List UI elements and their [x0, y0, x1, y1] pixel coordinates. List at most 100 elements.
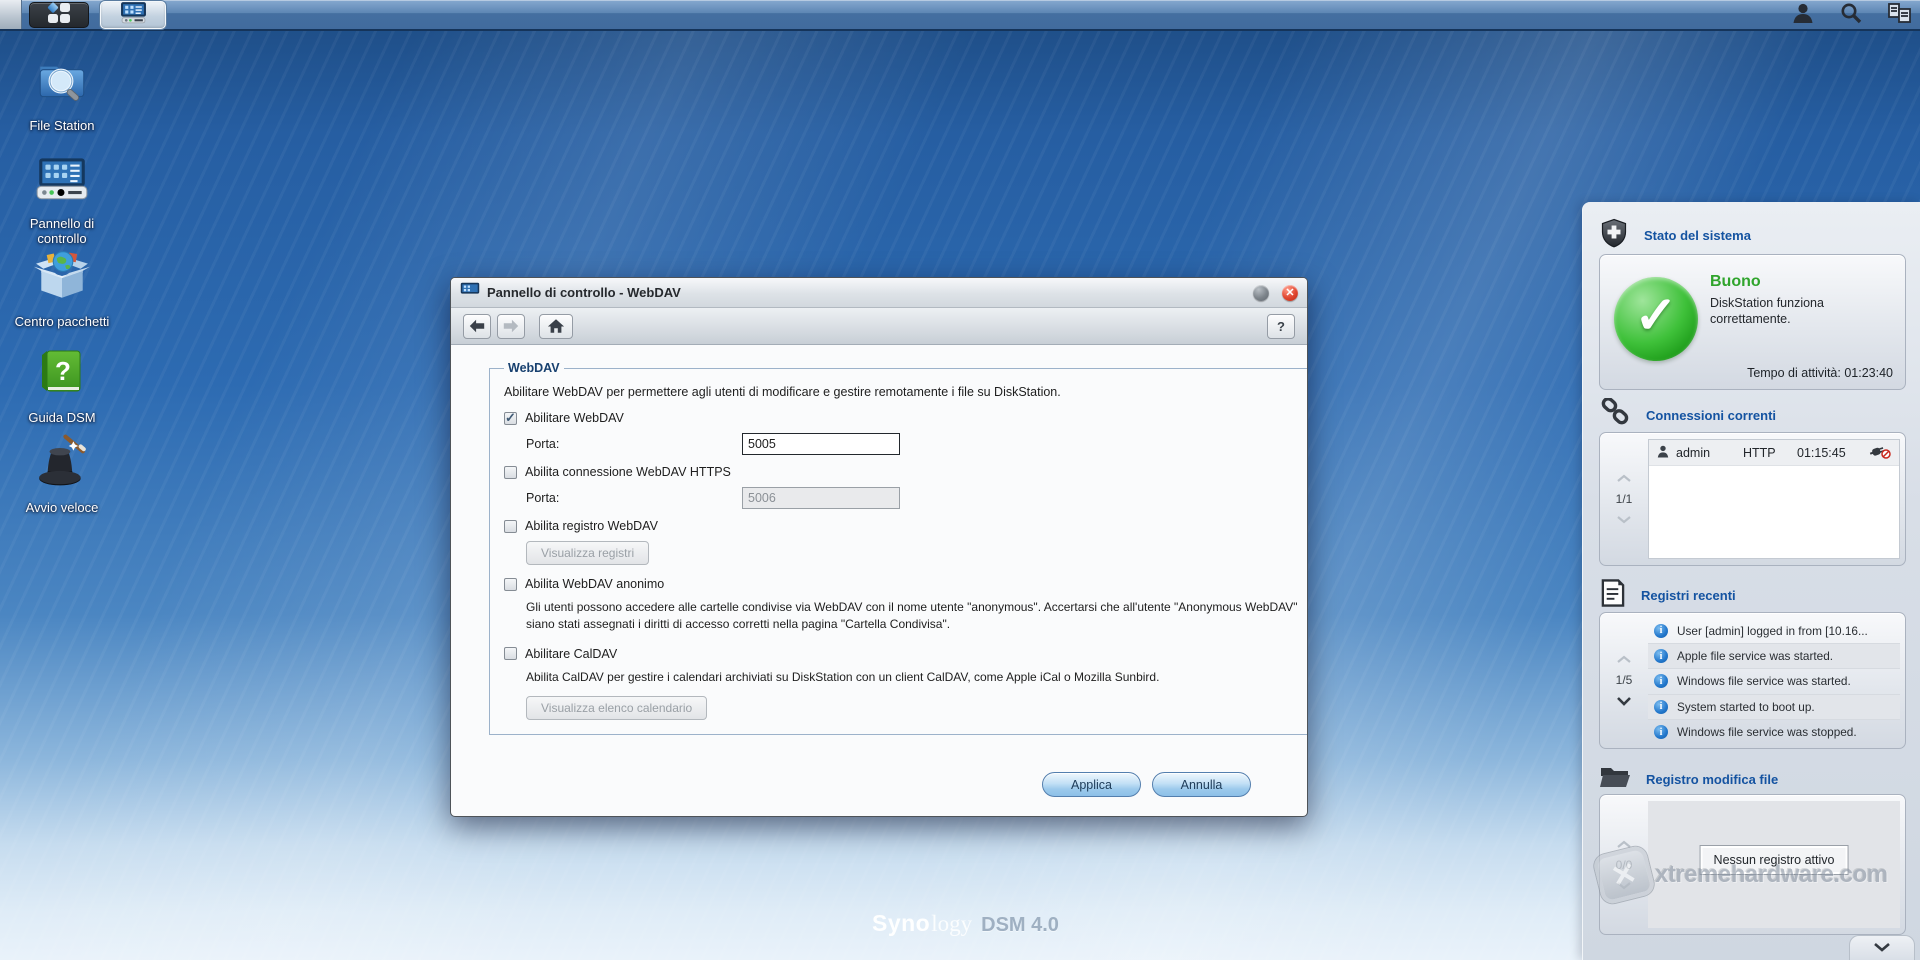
- dialog-content: WebDAV Abilitare WebDAV per permettere a…: [451, 345, 1307, 816]
- file-change-log-panel: 0/0 Nessun registro attivo: [1599, 794, 1906, 935]
- https-port-input[interactable]: [742, 487, 900, 509]
- dsm-help-icon: ?: [6, 344, 118, 405]
- port-label: Porta:: [526, 437, 560, 451]
- taskbar-item-control-panel[interactable]: [100, 1, 166, 29]
- control-panel-webdav-window: Pannello di controllo - WebDAV ✕ ? WebDA…: [450, 277, 1308, 817]
- info-icon: i: [1654, 649, 1668, 664]
- filelog-page-down-icon[interactable]: [1616, 881, 1632, 890]
- log-row: i Windows file service was started.: [1648, 669, 1900, 694]
- enable-log-label: Abilita registro WebDAV: [525, 519, 658, 533]
- log-text: Windows file service was started.: [1677, 674, 1851, 689]
- search-icon: [1839, 1, 1863, 30]
- pilot-view-button[interactable]: [1886, 3, 1912, 29]
- connections-pager: 1/1: [1615, 492, 1633, 506]
- apps-grid-icon: [43, 1, 75, 30]
- filelog-page-up-icon[interactable]: [1616, 840, 1632, 849]
- chevron-down-icon: [1873, 939, 1891, 957]
- connection-time: 01:15:45: [1797, 445, 1846, 460]
- connections-title: Connessioni correnti: [1646, 407, 1777, 423]
- window-titlebar[interactable]: Pannello di controllo - WebDAV ✕: [451, 278, 1307, 308]
- desktop-label: File Station: [29, 118, 95, 133]
- enable-webdav-label: Abilitare WebDAV: [525, 411, 624, 425]
- desktop-icon-control-panel[interactable]: Pannello di controllo: [6, 148, 118, 247]
- system-status-title: Stato del sistema: [1644, 227, 1751, 243]
- enable-caldav-checkbox[interactable]: [504, 647, 517, 661]
- desktop-icon-quick-start[interactable]: Avvio veloce: [6, 432, 118, 515]
- caldav-note: Abilita CalDAV per gestire i calendari a…: [526, 669, 1160, 684]
- info-icon: i: [1654, 725, 1668, 740]
- help-button[interactable]: ?: [1267, 313, 1295, 339]
- window-icon: [460, 282, 480, 304]
- search-button[interactable]: [1838, 3, 1864, 29]
- pilot-view-icon: [1887, 2, 1912, 29]
- enable-https-checkbox[interactable]: [504, 465, 517, 479]
- log-text: User [admin] logged in from [10.16...: [1677, 623, 1868, 638]
- desktop-icon-dsm-help[interactable]: ? Guida DSM: [6, 344, 118, 425]
- system-status-panel: ✓ Buono DiskStation funziona correttamen…: [1599, 254, 1906, 390]
- connections-page-up-icon[interactable]: [1616, 474, 1632, 483]
- top-bar: [0, 0, 1920, 31]
- package-center-icon: [6, 246, 118, 309]
- user-menu-button[interactable]: [1790, 3, 1816, 29]
- status-ok-icon: ✓: [1614, 277, 1698, 361]
- enable-anonymous-label: Abilita WebDAV anonimo: [525, 577, 665, 591]
- enable-caldav-label: Abilitare CalDAV: [525, 646, 618, 661]
- brand-bold: Syno: [872, 910, 931, 936]
- svg-text:?: ?: [55, 356, 71, 386]
- desktop-icon-file-station[interactable]: File Station: [6, 50, 118, 133]
- log-text: Apple file service was started.: [1677, 649, 1834, 664]
- connections-page-down-icon[interactable]: [1616, 515, 1632, 524]
- desktop-label: Avvio veloce: [25, 500, 99, 515]
- shield-icon: [1599, 218, 1629, 253]
- view-calendar-button[interactable]: Visualizza elenco calendario: [526, 696, 708, 721]
- info-icon: i: [1654, 699, 1668, 714]
- log-row: i Windows file service was stopped.: [1648, 720, 1900, 745]
- window-toolbar: ?: [451, 308, 1307, 345]
- recent-logs-title: Registri recenti: [1641, 587, 1736, 603]
- forward-button[interactable]: [497, 313, 525, 339]
- recent-logs-list: i User [admin] logged in from [10.16... …: [1648, 618, 1900, 745]
- info-icon: i: [1654, 623, 1668, 638]
- view-logs-button[interactable]: Visualizza registri: [526, 541, 650, 565]
- webdav-legend: WebDAV: [508, 361, 560, 375]
- enable-anonymous-checkbox[interactable]: [504, 577, 517, 591]
- close-icon[interactable]: ✕: [1282, 284, 1298, 301]
- log-row: i User [admin] logged in from [10.16...: [1648, 618, 1900, 643]
- file-station-icon: [6, 50, 118, 113]
- main-menu-button[interactable]: [29, 2, 89, 28]
- back-button[interactable]: [463, 313, 491, 339]
- enable-webdav-checkbox[interactable]: [504, 410, 517, 426]
- system-sidebar: Stato del sistema ✓ Buono DiskStation fu…: [1582, 202, 1920, 960]
- connections-list: admin HTTP 01:15:45: [1648, 439, 1900, 559]
- log-text: System started to boot up.: [1677, 699, 1815, 714]
- filelog-pager: 0/0: [1615, 857, 1633, 872]
- webdav-fieldset: WebDAV Abilitare WebDAV per permettere a…: [489, 361, 1307, 736]
- enable-https-label: Abilita connessione WebDAV HTTPS: [525, 465, 731, 479]
- log-row: i System started to boot up.: [1648, 694, 1900, 720]
- cancel-button[interactable]: Annulla: [1152, 772, 1251, 797]
- log-document-icon: [1599, 578, 1626, 613]
- logs-page-up-icon[interactable]: [1616, 655, 1632, 664]
- file-change-log-title: Registro modifica file: [1646, 771, 1779, 787]
- control-panel-icon: [120, 1, 147, 29]
- folder-icon: [1599, 763, 1631, 795]
- enable-log-checkbox[interactable]: [504, 519, 517, 533]
- sidebar-collapse-tab[interactable]: [1849, 935, 1915, 960]
- window-title: Pannello di controllo - WebDAV: [487, 285, 681, 300]
- bar-edge-panel: [0, 0, 22, 29]
- status-value: Buono: [1710, 273, 1761, 290]
- connection-row: admin HTTP 01:15:45: [1649, 440, 1899, 466]
- brand-version: DSM 4.0: [981, 914, 1059, 936]
- disconnect-icon[interactable]: [1869, 444, 1891, 462]
- info-icon: i: [1654, 674, 1668, 689]
- home-button[interactable]: [539, 313, 573, 339]
- minimize-button[interactable]: [1253, 284, 1269, 301]
- desktop-icon-package-center[interactable]: Centro pacchetti: [6, 246, 118, 329]
- user-icon: [1657, 445, 1669, 461]
- apply-button[interactable]: Applica: [1042, 772, 1141, 797]
- no-active-log-message: Nessun registro attivo: [1699, 845, 1849, 875]
- anonymous-note: Gli utenti possono accedere alle cartell…: [526, 600, 1298, 632]
- brand-light: logy: [931, 911, 973, 936]
- logs-page-down-icon[interactable]: [1616, 696, 1632, 706]
- webdav-port-input[interactable]: [742, 433, 900, 455]
